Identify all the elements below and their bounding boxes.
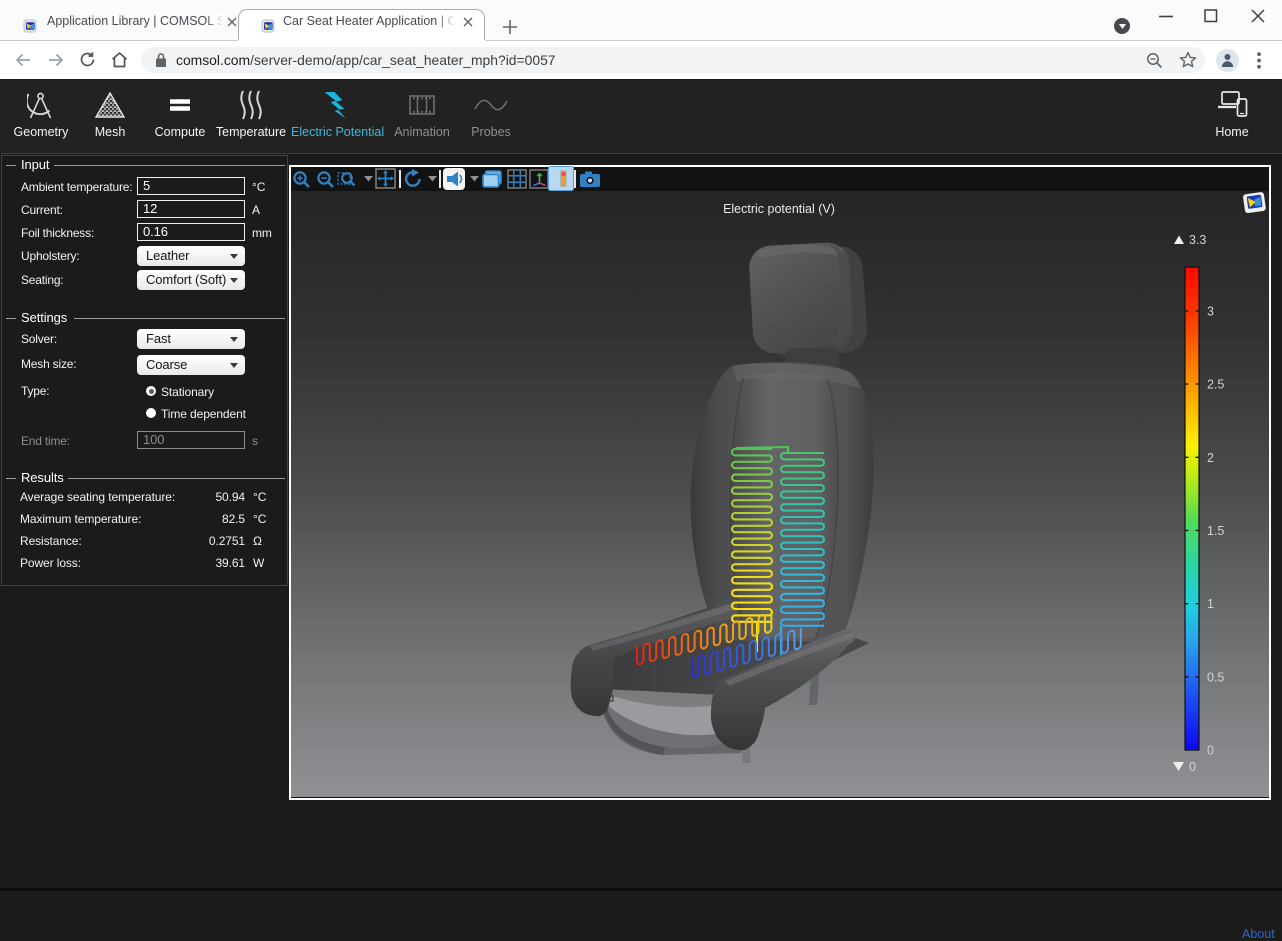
svg-text:2: 2 [1207, 451, 1214, 465]
svg-text:0: 0 [1207, 744, 1214, 758]
svg-text:3.3: 3.3 [1189, 233, 1206, 247]
svg-text:1.5: 1.5 [1207, 524, 1224, 538]
svg-text:3: 3 [1207, 305, 1214, 319]
svg-text:1: 1 [1207, 597, 1214, 611]
svg-text:Electric potential (V): Electric potential (V) [723, 202, 835, 216]
svg-text:0: 0 [1189, 760, 1196, 774]
svg-text:0.5: 0.5 [1207, 670, 1224, 684]
svg-text:2.5: 2.5 [1207, 378, 1224, 392]
